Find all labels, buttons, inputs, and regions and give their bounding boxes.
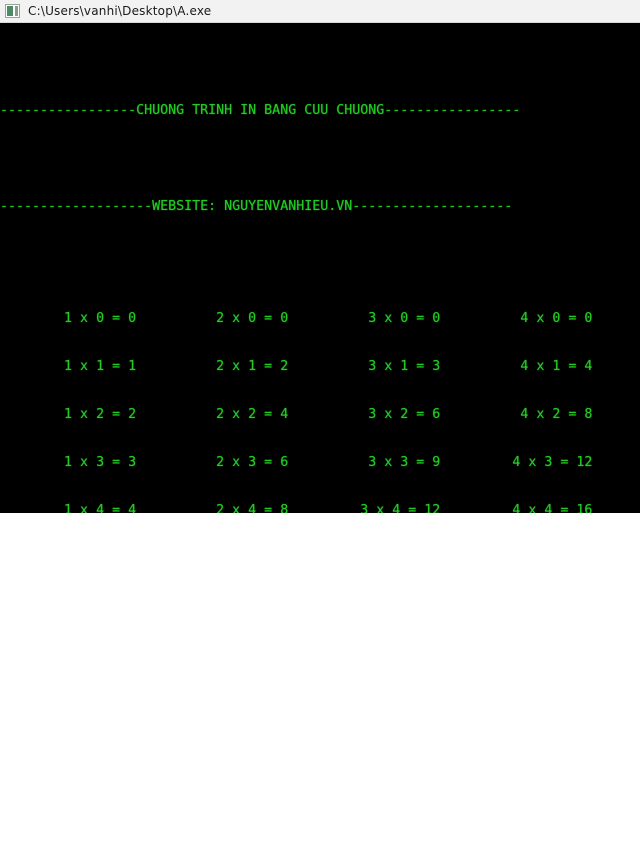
header-line-2: -------------------WEBSITE: NGUYENVANHIE… <box>0 199 513 214</box>
title-bar[interactable]: C:\Users\vanhi\Desktop\A.exe <box>0 0 640 23</box>
header-line-1: -----------------CHUONG TRINH IN BANG CU… <box>0 103 521 118</box>
console-window: C:\Users\vanhi\Desktop\A.exe -----------… <box>0 0 640 853</box>
window-title: C:\Users\vanhi\Desktop\A.exe <box>28 4 212 18</box>
table-row: 1 x 1 = 1 2 x 1 = 2 3 x 1 = 3 4 x 1 = 4 <box>0 359 593 374</box>
table-row: 1 x 0 = 0 2 x 0 = 0 3 x 0 = 0 4 x 0 = 0 <box>0 311 593 326</box>
table-row: 1 x 3 = 3 2 x 3 = 6 3 x 3 = 9 4 x 3 = 12 <box>0 455 593 470</box>
console-window-icon <box>5 4 20 18</box>
table-row: 1 x 4 = 4 2 x 4 = 8 3 x 4 = 12 4 x 4 = 1… <box>0 503 593 513</box>
console-text: -----------------CHUONG TRINH IN BANG CU… <box>0 23 592 513</box>
table-row: 1 x 2 = 2 2 x 2 = 4 3 x 2 = 6 4 x 2 = 8 <box>0 407 593 422</box>
console-output-area[interactable]: -----------------CHUONG TRINH IN BANG CU… <box>0 23 640 513</box>
